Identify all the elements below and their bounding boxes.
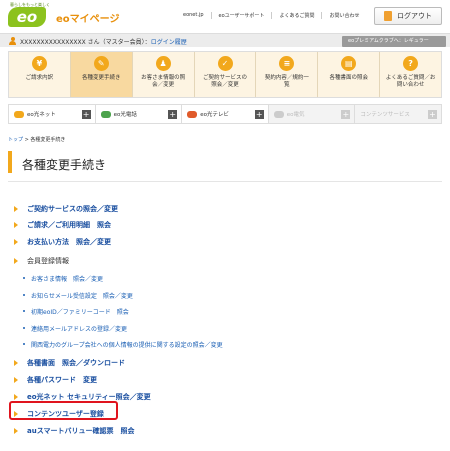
arrow-icon <box>14 394 18 400</box>
arrow-icon <box>14 428 18 434</box>
nav-billing[interactable]: ¥ ご請求内訳 <box>9 52 70 97</box>
tv-icon <box>187 110 198 118</box>
nav-label: お客さま情報の照 会／変更 <box>141 75 186 88</box>
eo-logo[interactable]: 暮らしをもっと楽しく eo <box>8 2 50 28</box>
person-icon: ♟ <box>155 56 171 71</box>
menu-label[interactable]: 連絡用メールアドレスの登録／変更 <box>31 324 127 333</box>
service-tab-electricity: eo電気 + <box>268 104 356 124</box>
link-contact[interactable]: お問い合わせ <box>321 12 366 19</box>
expand-icon: + <box>341 110 351 119</box>
service-label: eo光テレビ <box>200 112 229 118</box>
breadcrumb-current: 各種変更手続き <box>30 137 66 143</box>
service-tab-tv[interactable]: eo光テレビ + <box>182 104 269 124</box>
phone-icon <box>100 110 111 118</box>
link-user-support[interactable]: eoユーザーサポート <box>210 12 272 19</box>
expand-icon[interactable]: + <box>81 110 91 119</box>
service-label: eo光ネット <box>27 112 56 118</box>
nav-contract-terms[interactable]: ≡ 契約内容／規約一 覧 <box>255 52 317 97</box>
arrow-icon <box>14 206 18 212</box>
menu-label[interactable]: 各種書面 照会／ダウンロード <box>27 358 125 368</box>
net-icon <box>14 110 24 118</box>
arrow-icon <box>14 360 18 366</box>
arrow-icon <box>14 258 18 264</box>
top-links: eonet.jp eoユーザーサポート よくあるご質問 お問い合わせ <box>176 12 366 19</box>
page-title: 各種変更手続き <box>22 158 107 172</box>
menu-label: 会員登録情報 <box>27 257 69 265</box>
arrow-icon <box>14 239 18 245</box>
bullet-icon <box>23 327 25 329</box>
pencil-icon: ✎ <box>93 56 109 71</box>
list-icon: ≡ <box>279 56 295 71</box>
logout-icon <box>384 11 392 21</box>
nav-documents[interactable]: ▤ 各種書面の照会 <box>317 52 379 97</box>
menu-label[interactable]: お知らせメール受信設定 照会／変更 <box>31 291 133 300</box>
bullet-icon <box>23 310 25 312</box>
nav-label: 契約内容／規約一 覧 <box>264 75 309 88</box>
arrow-icon <box>14 377 18 383</box>
bullet-icon <box>23 294 25 296</box>
service-tab-net[interactable]: eo光ネット + <box>8 104 96 124</box>
user-icon <box>9 37 16 45</box>
menu-label[interactable]: ご契約サービスの照会／変更 <box>27 204 118 214</box>
logo-mark: eo <box>8 7 46 27</box>
menu-label[interactable]: auスマートバリュー確認票 照会 <box>27 426 135 436</box>
menu-label[interactable]: お客さま情報 照会／変更 <box>31 274 103 283</box>
expand-icon: + <box>427 110 437 119</box>
highlight-box <box>9 401 118 420</box>
link-eonet[interactable]: eonet.jp <box>176 12 211 19</box>
menu-label[interactable]: お支払い方法 照会／変更 <box>27 237 111 247</box>
menu-label[interactable]: 関西電力のグループ会社への個人情報の提供に関する設定の照会／変更 <box>31 340 223 349</box>
expand-icon[interactable]: + <box>254 110 264 119</box>
nav-procedures[interactable]: ✎ 各種変更手続き <box>69 52 132 97</box>
link-faq[interactable]: よくあるご質問 <box>271 12 321 19</box>
arrow-icon <box>14 222 18 228</box>
logout-label: ログアウト <box>397 12 432 20</box>
breadcrumb: トップ > 各種変更手続き <box>8 136 65 143</box>
question-icon: ? <box>403 56 419 71</box>
service-label: eo光電話 <box>113 112 137 118</box>
user-info: XXXXXXXXXXXXXXXX さん（マスター会員）：ログイン履歴 <box>20 37 187 46</box>
menu-label[interactable]: 初期eoID／ファミリーコード 照会 <box>31 307 129 316</box>
service-tab-phone[interactable]: eo光電話 + <box>95 104 183 124</box>
service-tabs: eo光ネット + eo光電話 + eo光テレビ + eo電気 + コンテンツサー… <box>8 104 442 124</box>
document-icon: ▤ <box>341 56 357 71</box>
nav-customer-info[interactable]: ♟ お客さま情報の照 会／変更 <box>131 52 194 97</box>
nav-label: よくあるご質問／お 問い合わせ <box>385 75 436 88</box>
bullet-icon <box>23 277 25 279</box>
service-label: eo電気 <box>286 112 305 118</box>
nav-label: ご請求内訳 <box>25 75 54 81</box>
yen-icon: ¥ <box>31 56 47 71</box>
user-name: XXXXXXXXXXXXXXXX さん（マスター会員）： <box>20 39 151 46</box>
menu-label[interactable]: 各種パスワード 変更 <box>27 375 97 385</box>
premium-club-link[interactable]: eoプレミアムクラブへ：レギュラー <box>342 36 446 47</box>
title-accent <box>8 151 12 173</box>
electricity-icon <box>273 110 284 118</box>
menu-label[interactable]: ご請求／ご利用明細 照会 <box>27 220 111 230</box>
header: 暮らしをもっと楽しく eo eoマイページ eonet.jp eoユーザーサポー… <box>0 0 450 30</box>
breadcrumb-home[interactable]: トップ <box>8 137 23 143</box>
check-icon: ✓ <box>217 56 233 71</box>
title-divider <box>8 181 442 182</box>
main-nav: ¥ ご請求内訳 ✎ 各種変更手続き ♟ お客さま情報の照 会／変更 ✓ ご契約サ… <box>8 51 442 98</box>
nav-label: 各種書面の照会 <box>329 75 368 81</box>
user-bar: XXXXXXXXXXXXXXXX さん（マスター会員）：ログイン履歴 eoプレミ… <box>0 33 450 47</box>
service-label: コンテンツサービス <box>360 112 410 118</box>
login-history-link[interactable]: ログイン履歴 <box>151 39 187 46</box>
nav-label: 各種変更手続き <box>82 75 121 81</box>
logout-button[interactable]: ログアウト <box>374 7 442 25</box>
bullet-icon <box>23 343 25 345</box>
nav-faq[interactable]: ? よくあるご質問／お 問い合わせ <box>379 52 441 97</box>
service-tab-content: コンテンツサービス + <box>355 104 442 124</box>
nav-contract-services[interactable]: ✓ ご契約サービスの 照会／変更 <box>193 52 256 97</box>
nav-label: ご契約サービスの 照会／変更 <box>203 75 248 88</box>
expand-icon[interactable]: + <box>168 110 178 119</box>
site-title[interactable]: eoマイページ <box>56 10 119 25</box>
